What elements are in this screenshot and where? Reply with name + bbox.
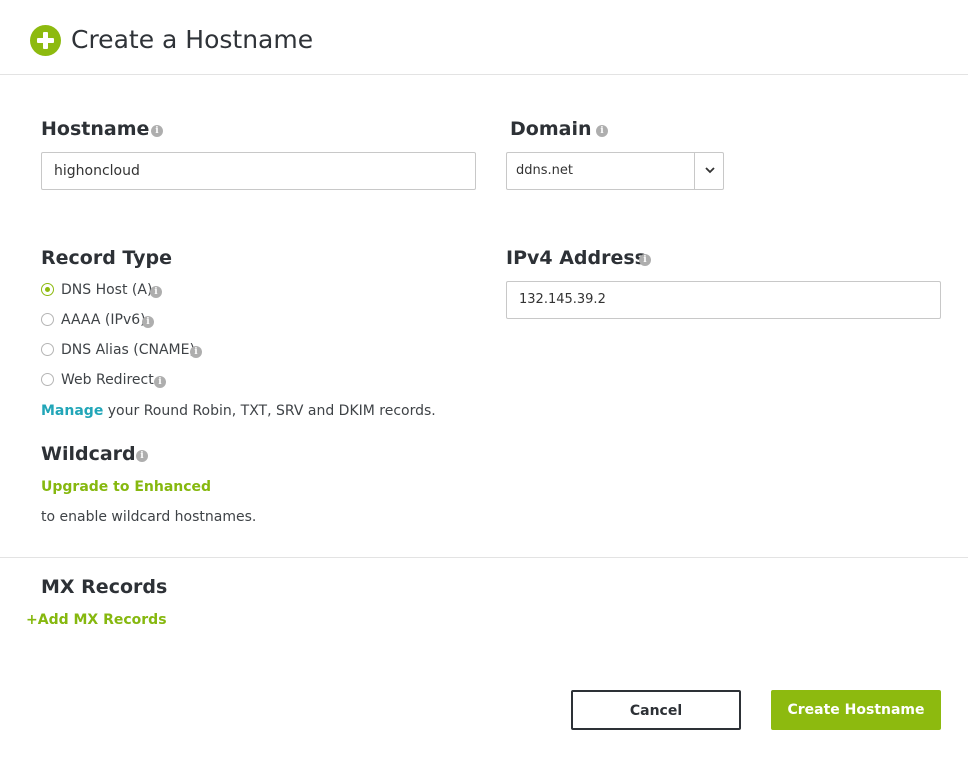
radio-button[interactable] bbox=[41, 313, 54, 326]
web-redirect-info-icon[interactable] bbox=[154, 375, 166, 389]
mx-records-label: MX Records bbox=[41, 576, 168, 598]
radio-label: DNS Alias (CNAME) bbox=[61, 342, 195, 358]
domain-info-icon[interactable] bbox=[596, 124, 608, 138]
radio-button-checked[interactable] bbox=[41, 283, 54, 296]
plus-circle-icon bbox=[30, 25, 61, 56]
cancel-button[interactable]: Cancel bbox=[571, 690, 741, 730]
page-title: Create a Hostname bbox=[71, 25, 314, 54]
create-hostname-button[interactable]: Create Hostname bbox=[771, 690, 941, 730]
add-mx-records-link[interactable]: +Add MX Records bbox=[26, 610, 167, 630]
hostname-label: Hostname bbox=[41, 118, 150, 140]
radio-button[interactable] bbox=[41, 343, 54, 356]
manage-link[interactable]: Manage bbox=[41, 403, 103, 419]
domain-select[interactable]: ddns.net bbox=[506, 152, 724, 190]
aaaa-info-icon[interactable] bbox=[142, 315, 154, 329]
ipv4-info-icon[interactable] bbox=[639, 253, 651, 267]
hostname-info-icon[interactable] bbox=[151, 124, 163, 138]
chevron-down-icon[interactable] bbox=[694, 152, 724, 190]
ipv4-label: IPv4 Address bbox=[506, 247, 646, 269]
upgrade-enhanced-link[interactable]: Upgrade to Enhanced bbox=[41, 477, 211, 497]
radio-label: Web Redirect bbox=[61, 372, 154, 388]
cname-info-icon[interactable] bbox=[190, 345, 202, 359]
add-mx-records-label: Add MX Records bbox=[37, 612, 167, 628]
wildcard-label: Wildcard bbox=[41, 443, 136, 465]
domain-label: Domain bbox=[510, 118, 592, 140]
plus-icon: + bbox=[26, 612, 38, 628]
wildcard-info-icon[interactable] bbox=[136, 449, 148, 463]
section-divider bbox=[0, 557, 968, 558]
radio-label: DNS Host (A) bbox=[61, 282, 153, 298]
wildcard-description: to enable wildcard hostnames. bbox=[41, 509, 257, 525]
ipv4-input[interactable]: 132.145.39.2 bbox=[506, 281, 941, 319]
dialog-header: Create a Hostname bbox=[0, 0, 968, 75]
dns-host-info-icon[interactable] bbox=[150, 285, 162, 299]
manage-records-text: Manage your Round Robin, TXT, SRV and DK… bbox=[41, 401, 436, 421]
hostname-input[interactable]: highoncloud bbox=[41, 152, 476, 190]
manage-description: your Round Robin, TXT, SRV and DKIM reco… bbox=[107, 403, 436, 419]
record-type-label: Record Type bbox=[41, 247, 172, 269]
radio-button[interactable] bbox=[41, 373, 54, 386]
radio-label: AAAA (IPv6) bbox=[61, 312, 146, 328]
